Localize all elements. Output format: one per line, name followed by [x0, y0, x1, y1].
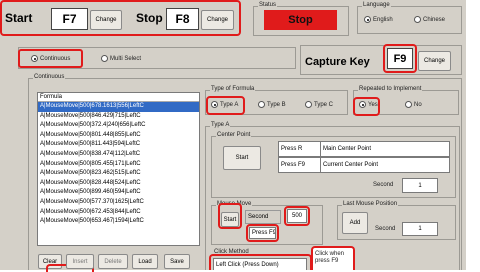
stop-change-button[interactable]: Change — [201, 10, 234, 30]
continuous-radio[interactable] — [31, 55, 38, 62]
list-item[interactable]: A|MouseMove|500|653.467|1594|LeftC — [38, 217, 199, 227]
type-b-label: Type B — [267, 101, 286, 108]
list-item[interactable]: A|MouseMove|500|899.460|594|LeftC — [38, 188, 199, 198]
list-item[interactable]: A|MouseMove|500|801.448|855|LeftC — [38, 131, 199, 141]
delete-button[interactable]: Delete — [98, 254, 128, 269]
repeated-no-option[interactable]: No — [405, 101, 422, 108]
type-a-option[interactable]: Type A — [211, 101, 238, 108]
type-c-label: Type C — [314, 101, 334, 108]
start-key-field[interactable]: F7 — [51, 8, 88, 30]
no-label: No — [414, 101, 422, 108]
language-chinese-option[interactable]: Chinese — [414, 16, 445, 23]
last-second-input[interactable]: 1 — [402, 222, 438, 236]
mode-multi-option[interactable]: Multi Select — [101, 55, 141, 62]
type-c-radio[interactable] — [305, 101, 312, 108]
callout-text: Click when press F9 — [315, 251, 345, 264]
list-item[interactable]: A|MouseMove|500|372.4|240|656|LeftC — [38, 121, 199, 131]
language-title: Language — [362, 2, 391, 8]
list-item[interactable]: A|MouseMove|500|838.474|112|LeftC — [38, 150, 199, 160]
center-second-input[interactable]: 1 — [402, 178, 438, 193]
yes-radio[interactable] — [359, 101, 366, 108]
capture-label: Capture Key — [305, 56, 370, 68]
list-item[interactable]: A|MouseMove|500|823.462|515|LeftC — [38, 169, 199, 179]
mouse-press-f9-cell: Press F9 — [249, 227, 276, 239]
mouse-second-label: Second — [245, 210, 281, 224]
type-of-formula-title: Type of Formula — [210, 86, 256, 92]
press-f9-cell: Press F9 — [278, 157, 321, 173]
formula-list[interactable]: Formula A|MouseMove|500|678.1613|556|Lef… — [37, 92, 200, 246]
continuous-label: Continuous — [40, 55, 71, 62]
center-start-button[interactable]: Start — [223, 146, 261, 170]
continuous-group-title: Continuous — [33, 74, 66, 80]
main-center-point-cell: Main Center Point — [320, 141, 450, 157]
capture-change-button[interactable]: Change — [418, 51, 451, 71]
stop-key-field[interactable]: F8 — [166, 8, 199, 30]
type-a-radio[interactable] — [211, 101, 218, 108]
capture-key-field[interactable]: F9 — [387, 48, 413, 69]
center-point-title: Center Point — [216, 132, 252, 138]
right-margin — [466, 0, 480, 270]
english-radio[interactable] — [364, 16, 371, 23]
language-english-option[interactable]: English — [364, 16, 393, 23]
list-item[interactable]: A|MouseMove|500|577.370|1625|LeftC — [38, 198, 199, 208]
click-method-value: Left Click (Press Down) — [216, 261, 279, 268]
type-a-group-title: Type A — [210, 122, 231, 128]
start-label: Start — [5, 11, 33, 25]
english-label: English — [373, 16, 393, 23]
add-button[interactable]: Add — [342, 212, 368, 234]
last-second-label: Second — [375, 226, 396, 232]
multi-label: Multi Select — [110, 55, 142, 62]
chinese-radio[interactable] — [414, 16, 421, 23]
load-button[interactable]: Load — [132, 254, 158, 269]
type-b-radio[interactable] — [258, 101, 265, 108]
mode-continuous-option[interactable]: Continuous — [31, 55, 70, 62]
list-item[interactable]: A|MouseMove|500|811.443|594|LeftC — [38, 140, 199, 150]
yes-label: Yes — [368, 101, 378, 108]
no-radio[interactable] — [405, 101, 412, 108]
list-item[interactable]: A|MouseMove|500|805.455|171|LeftC — [38, 160, 199, 170]
chinese-label: Chinese — [423, 16, 446, 23]
center-second-label: Second — [373, 182, 394, 188]
insert-button[interactable]: Insert — [66, 254, 94, 269]
press-r-cell: Press R — [278, 141, 321, 157]
start-change-button[interactable]: Change — [90, 10, 122, 30]
type-b-option[interactable]: Type B — [258, 101, 286, 108]
list-item[interactable]: A|MouseMove|500|828.448|524|LeftC — [38, 179, 199, 189]
type-c-option[interactable]: Type C — [305, 101, 333, 108]
multi-radio[interactable] — [101, 55, 108, 62]
mouse-second-input[interactable]: 500 — [287, 209, 307, 223]
last-mouse-title: Last Mouse Position — [342, 201, 399, 207]
status-title: Status — [258, 2, 278, 8]
formula-list-items: A|MouseMove|500|678.1613|556|LeftC A|Mous… — [38, 102, 199, 227]
repeated-yes-option[interactable]: Yes — [359, 101, 378, 108]
type-a-label: Type A — [220, 101, 239, 108]
list-item[interactable]: A|MouseMove|500|678.1613|556|LeftC — [38, 102, 199, 112]
list-item[interactable]: A|MouseMove|500|672.453|844|LeftC — [38, 208, 199, 218]
repeated-title: Repeated to Implement — [358, 86, 423, 92]
status-indicator: Stop — [264, 10, 337, 30]
click-method-select[interactable]: Left Click (Press Down) — [213, 258, 307, 270]
stop-label: Stop — [136, 11, 163, 25]
save-button[interactable]: Save — [164, 254, 190, 269]
mouse-start-button[interactable]: Start — [221, 212, 239, 227]
current-center-point-cell: Current Center Point — [320, 157, 450, 173]
list-item[interactable]: A|MouseMove|500|846.429|715|LeftC — [38, 112, 199, 122]
formula-list-header: Formula — [38, 93, 199, 102]
